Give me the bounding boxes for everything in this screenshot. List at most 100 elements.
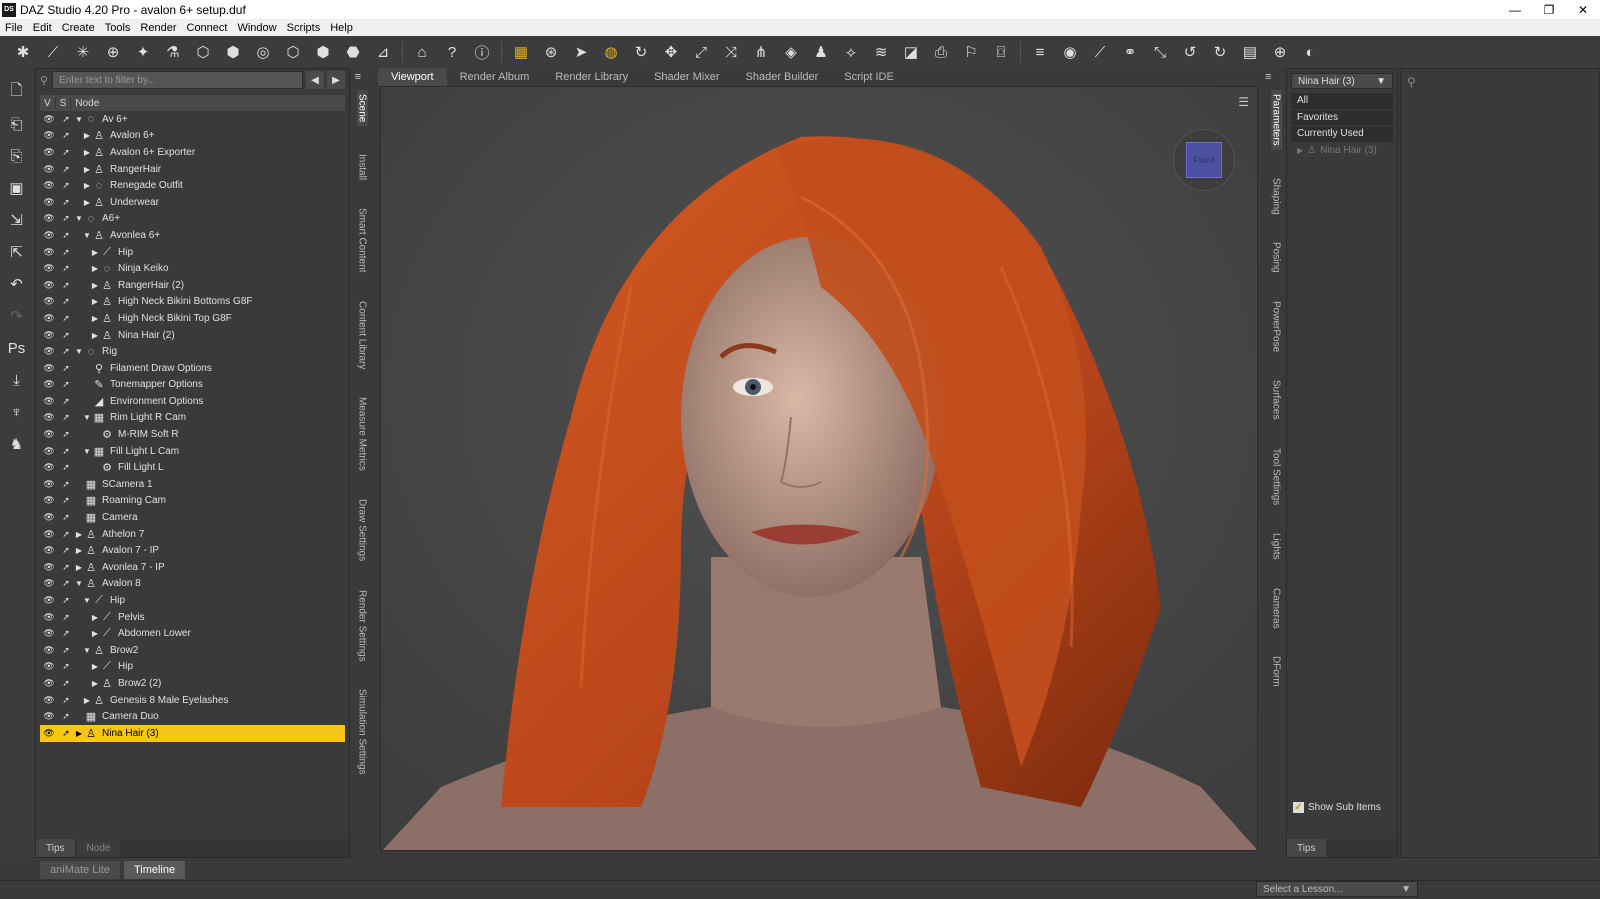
- selectable-cursor-icon[interactable]: ➚: [58, 180, 74, 191]
- tab-script-ide[interactable]: Script IDE: [831, 68, 907, 86]
- scene-node-row[interactable]: 👁 ➚ ▼ ▦ Rim Light R Cam: [40, 410, 345, 427]
- node-weight-brush-icon[interactable]: ⟋: [42, 41, 64, 63]
- visibility-eye-icon[interactable]: 👁: [40, 645, 58, 656]
- minimize-button[interactable]: —: [1498, 0, 1532, 19]
- scene-node-row[interactable]: 👁 ➚ ▶ ♙ Nina Hair (2): [40, 327, 345, 344]
- visibility-eye-icon[interactable]: 👁: [40, 545, 58, 556]
- selectable-cursor-icon[interactable]: ➚: [58, 164, 74, 175]
- collapse-arrow-icon[interactable]: ▼: [74, 347, 84, 356]
- scene-filter-input[interactable]: Enter text to filter by...: [52, 71, 303, 89]
- pose-brush-icon[interactable]: ⟋: [1089, 41, 1111, 63]
- visibility-eye-icon[interactable]: 👁: [40, 263, 58, 274]
- tab-timeline[interactable]: Timeline: [123, 861, 186, 879]
- forward-arrow-icon[interactable]: ▶: [327, 71, 345, 89]
- scene-node-row[interactable]: 👁 ➚ ▶ ♙ RangerHair: [40, 161, 345, 178]
- vertex-icon[interactable]: ⬡: [192, 41, 214, 63]
- visibility-eye-icon[interactable]: 👁: [40, 429, 58, 440]
- visibility-eye-icon[interactable]: 👁: [40, 695, 58, 706]
- selectable-cursor-icon[interactable]: ➚: [58, 114, 74, 125]
- scene-node-row[interactable]: 👁 ➚ ▶ ♙ Underwear: [40, 194, 345, 211]
- scale-icon[interactable]: ⤢: [690, 41, 712, 63]
- tab-surfaces[interactable]: Surfaces: [1271, 380, 1282, 419]
- select-tool-icon[interactable]: ➤: [570, 41, 592, 63]
- scene-node-row[interactable]: 👁 ➚ ▶ ♙ Brow2 (2): [40, 675, 345, 692]
- expand-arrow-icon[interactable]: ▶: [90, 264, 100, 273]
- drop-to-floor-icon[interactable]: ⤓: [5, 368, 29, 392]
- scene-node-row[interactable]: 👁 ➚ ▼ ◌ A6+: [40, 211, 345, 228]
- visibility-eye-icon[interactable]: 👁: [40, 396, 58, 407]
- visibility-eye-icon[interactable]: 👁: [40, 130, 58, 141]
- collapse-arrow-icon[interactable]: ▼: [74, 115, 84, 124]
- view-cube[interactable]: Front: [1173, 129, 1235, 191]
- expand-arrow-icon[interactable]: ▶: [90, 662, 100, 671]
- cube-select-icon[interactable]: ⬡: [282, 41, 304, 63]
- scene-node-row[interactable]: 👁 ➚ ✎ Tonemapper Options: [40, 377, 345, 394]
- scene-node-row[interactable]: 👁 ➚ ▼ ◌ Rig: [40, 343, 345, 360]
- camera-create-icon[interactable]: ⎙: [930, 41, 952, 63]
- active-pose-tool-icon[interactable]: ◍: [600, 41, 622, 63]
- selectable-cursor-icon[interactable]: ➚: [58, 313, 74, 324]
- scene-node-row[interactable]: 👁 ➚ ▶ ♙ High Neck Bikini Top G8F: [40, 310, 345, 327]
- menu-scripts[interactable]: Scripts: [282, 22, 326, 34]
- menu-render[interactable]: Render: [135, 22, 181, 34]
- menu-tools[interactable]: Tools: [100, 22, 136, 34]
- expand-arrow-icon[interactable]: ▶: [90, 314, 100, 323]
- selectable-cursor-icon[interactable]: ➚: [58, 263, 74, 274]
- scene-node-row[interactable]: 👁 ➚ ▼ ◌ Av 6+: [40, 111, 345, 128]
- selectable-cursor-icon[interactable]: ➚: [58, 280, 74, 291]
- selectable-cursor-icon[interactable]: ➚: [58, 578, 74, 589]
- expand-arrow-icon[interactable]: ▶: [82, 198, 92, 207]
- visibility-eye-icon[interactable]: 👁: [40, 612, 58, 623]
- scene-node-row[interactable]: 👁 ➚ ▶ ♙ Avalon 6+: [40, 128, 345, 145]
- menu-window[interactable]: Window: [232, 22, 281, 34]
- collapse-arrow-icon[interactable]: ▼: [82, 231, 92, 240]
- selectable-cursor-icon[interactable]: ➚: [58, 429, 74, 440]
- menu-connect[interactable]: Connect: [182, 22, 233, 34]
- selectable-cursor-icon[interactable]: ➚: [58, 678, 74, 689]
- column-selectable[interactable]: S: [56, 97, 72, 109]
- scene-node-row[interactable]: 👁 ➚ ▶ ♙ High Neck Bikini Bottoms G8F: [40, 294, 345, 311]
- cube-move-icon[interactable]: ⬢: [312, 41, 334, 63]
- tab-dform[interactable]: DForm: [1271, 656, 1282, 687]
- view-cube-front[interactable]: Front: [1186, 142, 1222, 178]
- export-icon[interactable]: ⇱: [5, 240, 29, 264]
- collapse-arrow-icon[interactable]: ▼: [82, 646, 92, 655]
- hair-icon[interactable]: ≋: [870, 41, 892, 63]
- spot-render-icon[interactable]: ✦: [132, 41, 154, 63]
- menu-file[interactable]: File: [0, 22, 28, 34]
- ik-chain-icon[interactable]: ⤡: [1149, 41, 1171, 63]
- scene-node-row[interactable]: 👁 ➚ ▶ ◌ Renegade Outfit: [40, 177, 345, 194]
- param-tree-item[interactable]: ▶ ♙ Nina Hair (3): [1291, 142, 1393, 159]
- tab-install[interactable]: Install: [357, 154, 368, 180]
- whats-this-icon[interactable]: ?: [441, 41, 463, 63]
- expand-arrow-icon[interactable]: ▶: [82, 165, 92, 174]
- origin-icon[interactable]: ◉: [1059, 41, 1081, 63]
- selectable-cursor-icon[interactable]: ➚: [58, 197, 74, 208]
- selectable-cursor-icon[interactable]: ➚: [58, 130, 74, 141]
- tab-tool-settings[interactable]: Tool Settings: [1271, 448, 1282, 505]
- node-selector-dropdown[interactable]: Nina Hair (3) ▼: [1291, 73, 1393, 89]
- visibility-eye-icon[interactable]: 👁: [40, 446, 58, 457]
- tab-measure-metrics[interactable]: Measure Metrics: [357, 397, 368, 471]
- selectable-cursor-icon[interactable]: ➚: [58, 728, 74, 739]
- visibility-eye-icon[interactable]: 👁: [40, 180, 58, 191]
- selectable-cursor-icon[interactable]: ➚: [58, 379, 74, 390]
- expand-arrow-icon[interactable]: ▶: [82, 131, 92, 140]
- tab-animate-lite[interactable]: aniMate Lite: [40, 861, 120, 879]
- visibility-eye-icon[interactable]: 👁: [40, 363, 58, 374]
- visibility-eye-icon[interactable]: 👁: [40, 230, 58, 241]
- visibility-eye-icon[interactable]: 👁: [40, 280, 58, 291]
- scene-node-row[interactable]: 👁 ➚ ▼ ⟋ Hip: [40, 592, 345, 609]
- figure-pose-icon[interactable]: ♟: [810, 41, 832, 63]
- filter-currently-used[interactable]: Currently Used: [1291, 126, 1393, 143]
- joint-tool-icon[interactable]: ⋔: [750, 41, 772, 63]
- expand-arrow-icon[interactable]: ▶: [90, 629, 100, 638]
- scene-node-row[interactable]: 👁 ➚ ▼ ▦ Fill Light L Cam: [40, 443, 345, 460]
- edge-icon[interactable]: ⬢: [222, 41, 244, 63]
- selectable-cursor-icon[interactable]: ➚: [58, 612, 74, 623]
- expand-arrow-icon[interactable]: ▶: [82, 181, 92, 190]
- tab-simulation-settings[interactable]: Simulation Settings: [357, 689, 368, 775]
- selectable-cursor-icon[interactable]: ➚: [58, 446, 74, 457]
- tab-smart-content[interactable]: Smart Content: [357, 208, 368, 272]
- tab-parameters[interactable]: Parameters: [1270, 90, 1282, 150]
